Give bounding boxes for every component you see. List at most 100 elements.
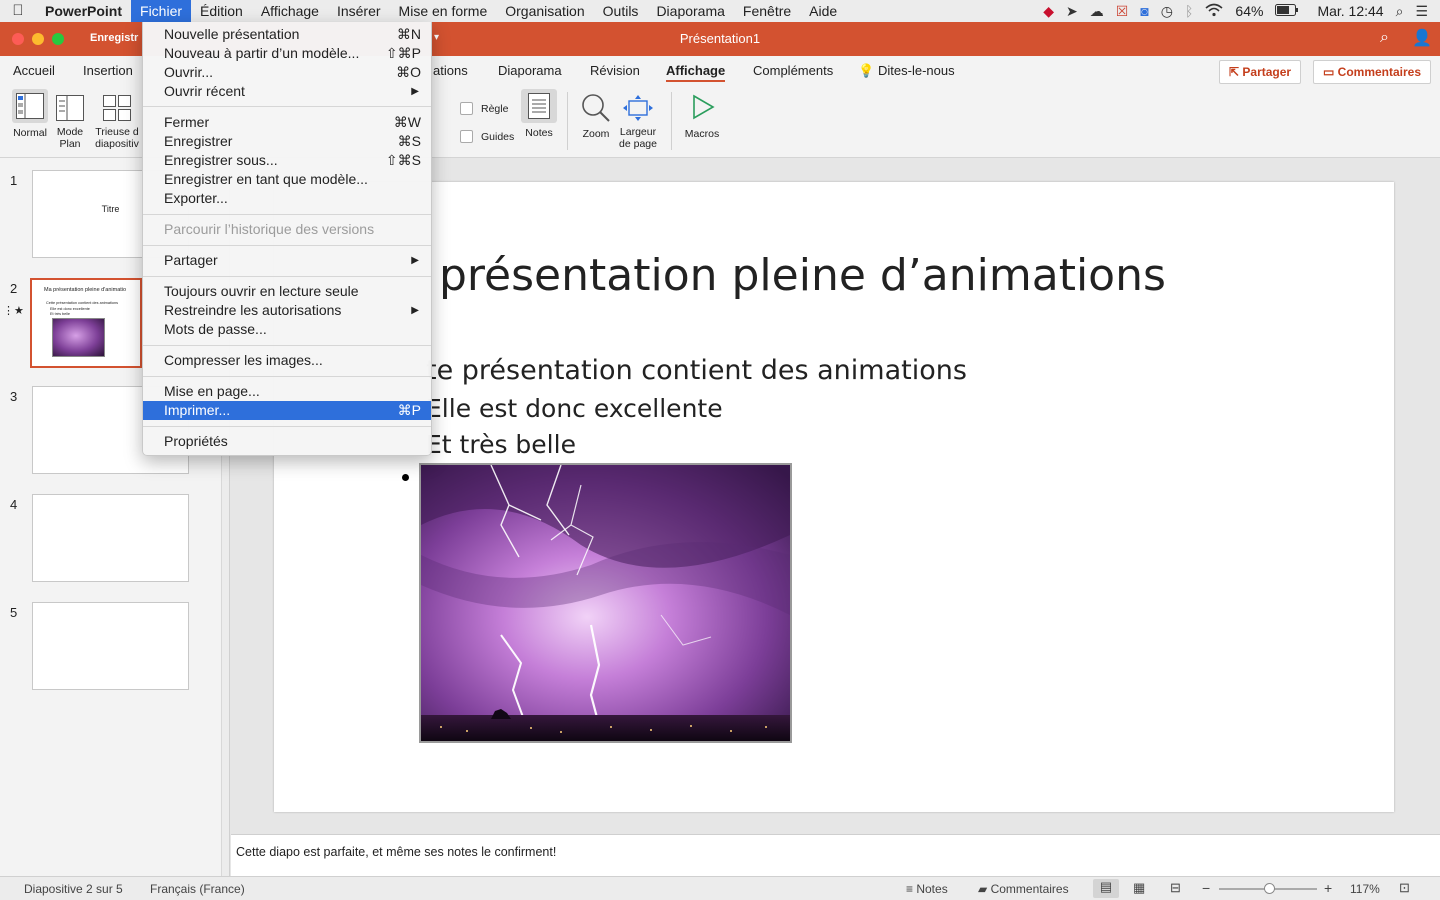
menu-item-passwords[interactable]: Mots de passe... (143, 320, 431, 339)
slide-sorter-status-icon[interactable]: ▦ (1133, 880, 1145, 896)
menu-fichier[interactable]: Fichier (131, 0, 192, 22)
apple-menu-icon[interactable]:  (0, 0, 36, 22)
ruler-checkbox[interactable]: Règle (460, 102, 508, 115)
menu-item-close[interactable]: Fermer ⌘W (143, 113, 431, 132)
menu-affichage[interactable]: Affichage (252, 0, 328, 22)
menu-item-version-history: Parcourir l’historique des versions (164, 221, 375, 237)
slide-sorter-icon (103, 95, 131, 121)
menu-fenetre[interactable]: Fenêtre (734, 0, 800, 22)
tab-accueil[interactable]: Accueil (13, 63, 55, 78)
reading-view-status-icon[interactable]: ⊟ (1170, 880, 1181, 896)
slide-title[interactable]: présentation pleine d’animations (439, 250, 1166, 301)
slide-bullet-3[interactable]: Et très belle (426, 430, 576, 459)
macos-menu-bar:  PowerPoint Fichier Édition Affichage I… (0, 0, 1440, 22)
time-machine-icon[interactable]: ◷ (1161, 3, 1173, 20)
menu-item-compress-images[interactable]: Compresser les images... (143, 351, 431, 370)
account-icon[interactable]: 👤 (1412, 28, 1432, 48)
cloud-icon[interactable]: ☁ (1090, 3, 1104, 20)
menu-item-save-as-template[interactable]: Enregistrer en tant que modèle... (143, 170, 431, 189)
tab-animations[interactable]: ations (433, 63, 468, 78)
menu-item-save[interactable]: Enregistrer ⌘S (143, 132, 431, 151)
ruler-checkbox-box[interactable] (460, 102, 473, 115)
comments-toggle[interactable]: ▰ Commentaires (978, 882, 1069, 896)
language-indicator[interactable]: Français (France) (150, 882, 245, 896)
tab-affichage[interactable]: Affichage (666, 63, 726, 82)
menu-item-save-as[interactable]: Enregistrer sous... ⇧⌘S (143, 151, 431, 170)
menu-item-properties[interactable]: Propriétés (143, 432, 431, 451)
gem-icon[interactable]: ◆ (1043, 3, 1054, 20)
battery-icon[interactable] (1275, 3, 1299, 19)
lightning-storm-image[interactable] (419, 463, 792, 743)
slide-thumbnail-2[interactable]: Ma présentation pleine d'animatio Cette … (30, 278, 142, 368)
menu-item-share[interactable]: Partager ▶ (143, 251, 431, 270)
thumbnail-number: 3 (10, 389, 18, 404)
zoom-slider-thumb[interactable] (1264, 883, 1275, 894)
close-box-icon[interactable]: ☒ (1116, 3, 1129, 20)
menu-separator (143, 376, 431, 377)
notes-pane[interactable]: Cette diapo est parfaite, et même ses no… (231, 834, 1440, 876)
menu-item-open[interactable]: Ouvrir... ⌘O (143, 63, 431, 82)
macros-button[interactable]: Macros (680, 89, 724, 140)
spotlight-search-icon[interactable]: ⌕ (1396, 3, 1404, 20)
normal-view-button[interactable]: Normal (9, 89, 51, 139)
battery-percent: 64% (1235, 3, 1264, 19)
menu-edition[interactable]: Édition (191, 0, 252, 22)
tab-revision[interactable]: Révision (590, 63, 640, 78)
tab-complements[interactable]: Compléments (753, 63, 833, 78)
empty-bullet-dot (402, 474, 409, 481)
menu-item-restrict-permissions[interactable]: Restreindre les autorisations ▶ (143, 301, 431, 320)
bluetooth-icon[interactable]: ᛒ (1185, 3, 1193, 19)
slide-sorter-button[interactable]: Trieuse d diapositiv (91, 89, 143, 150)
forward-icon[interactable]: ➤ (1066, 3, 1078, 20)
notes-toggle[interactable]: ≡ Notes (906, 882, 948, 896)
submenu-arrow-icon: ▶ (411, 305, 419, 316)
menu-item-export[interactable]: Exporter... (143, 189, 431, 208)
zoom-level[interactable]: 117% (1350, 882, 1380, 896)
zoom-in-icon[interactable]: + (1324, 880, 1332, 896)
current-slide-canvas[interactable]: présentation pleine d’animations te prés… (274, 182, 1394, 812)
screen-share-icon[interactable]: ◙ (1140, 3, 1148, 19)
notes-button[interactable]: Notes (520, 89, 558, 139)
menu-separator (143, 345, 431, 346)
tell-me-box[interactable]: Dites-le-nous (878, 63, 955, 78)
fit-slide-icon[interactable]: ⊡ (1399, 880, 1410, 896)
normal-view-status-icon[interactable]: ▤ (1093, 879, 1119, 898)
outline-view-button[interactable]: Mode Plan (52, 89, 88, 150)
menu-item-new-from-template[interactable]: Nouveau à partir d’un modèle... ⇧⌘P (143, 44, 431, 63)
menu-item-print[interactable]: Imprimer... ⌘P (143, 401, 431, 420)
lightbulb-icon: 💡 (858, 63, 875, 78)
tab-insertion[interactable]: Insertion (83, 63, 133, 78)
menu-item-page-setup[interactable]: Mise en page... (143, 382, 431, 401)
notes-text[interactable]: Cette diapo est parfaite, et même ses no… (236, 845, 556, 859)
slide-bullet-2[interactable]: Elle est donc excellente (426, 394, 723, 423)
notification-center-icon[interactable]: ☰ (1415, 3, 1428, 20)
menu-app-powerpoint[interactable]: PowerPoint (36, 0, 131, 22)
slide-thumbnail-5[interactable] (32, 602, 189, 690)
zoom-button[interactable]: Zoom (577, 89, 615, 140)
menu-inserer[interactable]: Insérer (328, 0, 390, 22)
clock[interactable]: Mar. 12:44 (1317, 3, 1383, 19)
menu-item-always-read-only[interactable]: Toujours ouvrir en lecture seule (143, 282, 431, 301)
menu-separator (143, 426, 431, 427)
thumbnail-number: 5 (10, 605, 18, 620)
wifi-icon[interactable] (1205, 3, 1223, 20)
menu-outils[interactable]: Outils (594, 0, 648, 22)
menu-item-open-recent[interactable]: Ouvrir récent ▶ (143, 82, 431, 101)
menu-aide[interactable]: Aide (800, 0, 846, 22)
guides-checkbox[interactable]: Guides (460, 130, 514, 143)
search-icon[interactable]: ⌕ (1380, 29, 1389, 47)
menu-diaporama[interactable]: Diaporama (647, 0, 733, 22)
share-button[interactable]: ⇱ Partager (1219, 60, 1302, 84)
slide-bullet-1[interactable]: te présentation contient des animations (426, 355, 967, 386)
zoom-magnifier-icon (581, 93, 611, 122)
menu-item-new-presentation[interactable]: Nouvelle présentation ⌘N (143, 25, 431, 44)
comments-button[interactable]: ▭ Commentaires (1313, 60, 1432, 84)
zoom-out-icon[interactable]: − (1202, 880, 1210, 896)
tab-diaporama[interactable]: Diaporama (498, 63, 562, 78)
menu-mise-en-forme[interactable]: Mise en forme (390, 0, 497, 22)
guides-checkbox-box[interactable] (460, 130, 473, 143)
menu-organisation[interactable]: Organisation (496, 0, 593, 22)
thumbnail-lightning-image (52, 318, 105, 357)
fit-to-window-button[interactable]: Largeur de page (615, 89, 661, 150)
slide-thumbnail-4[interactable] (32, 494, 189, 582)
